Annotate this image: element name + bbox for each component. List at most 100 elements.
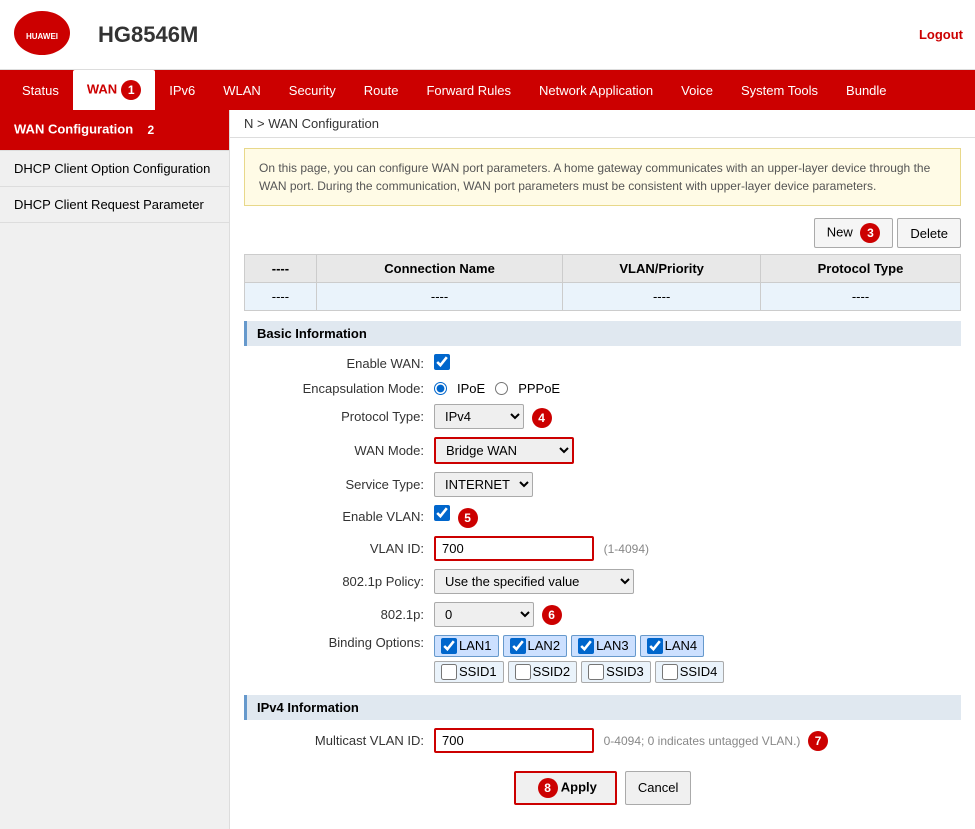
binding-lan4[interactable]: LAN4 [640,635,705,657]
col-connection-name: Connection Name [316,255,562,283]
policy-802-1p-select[interactable]: Use the specified value Copy from inner … [434,569,634,594]
info-box: On this page, you can configure WAN port… [244,148,961,206]
binding-options-row: Binding Options: LAN1 LAN2 LAN3 [254,631,961,687]
policy-802-1p-row: 802.1p Policy: Use the specified value C… [254,565,961,598]
vlan-id-hint: (1-4094) [604,542,649,556]
protocol-type-select[interactable]: IPv4 IPv6 IPv4/IPv6 [434,404,524,429]
enable-vlan-badge: 5 [458,508,478,528]
table-row: ---- ---- ---- ---- [245,283,961,311]
policy-802-1p-control: Use the specified value Copy from inner … [434,569,961,594]
enable-vlan-checkbox[interactable] [434,505,450,521]
binding-ssid-row: SSID1 SSID2 SSID3 SSID4 [434,661,961,683]
binding-options-label: Binding Options: [254,635,434,650]
new-button[interactable]: New 3 [814,218,894,248]
encap-ipoe-radio[interactable] [434,382,447,395]
col-protocol-type: Protocol Type [760,255,960,283]
main-nav: Status WAN1 IPv6 WLAN Security Route For… [0,70,975,110]
enable-wan-row: Enable WAN: [254,350,961,377]
binding-lan1[interactable]: LAN1 [434,635,499,657]
apply-badge: 8 [538,778,558,798]
val-802-1p-select[interactable]: 0 1 2 3 4 5 6 7 [434,602,534,627]
policy-802-1p-label: 802.1p Policy: [254,574,434,589]
vlan-id-control: (1-4094) [434,536,961,561]
svg-text:HUAWEI: HUAWEI [26,32,58,41]
vlan-id-row: VLAN ID: (1-4094) [254,532,961,565]
toolbar: New 3 Delete [244,218,961,248]
wan-mode-label: WAN Mode: [254,443,434,458]
encap-mode-row: Encapsulation Mode: IPoE PPPoE [254,377,961,400]
brand-title: HG8546M [98,22,198,48]
protocol-type-badge: 4 [532,408,552,428]
vlan-id-input[interactable] [434,536,594,561]
vlan-id-label: VLAN ID: [254,541,434,556]
apply-button[interactable]: 8 Apply [514,771,617,805]
logout-button[interactable]: Logout [919,27,963,42]
service-type-label: Service Type: [254,477,434,492]
cancel-button[interactable]: Cancel [625,771,691,805]
nav-item-system-tools[interactable]: System Tools [727,73,832,108]
ipv4-info-header: IPv4 Information [244,695,961,720]
nav-item-wlan[interactable]: WLAN [209,73,275,108]
encap-mode-control: IPoE PPPoE [434,381,961,396]
enable-vlan-control: 5 [434,505,961,528]
enable-vlan-label: Enable VLAN: [254,509,434,524]
nav-item-status[interactable]: Status [8,73,73,108]
nav-item-forward-rules[interactable]: Forward Rules [412,73,525,108]
new-badge: 3 [860,223,880,243]
multicast-vlan-row: Multicast VLAN ID: 0-4094; 0 indicates u… [254,724,961,757]
service-type-control: INTERNET TR069 VOIP OTHER [434,472,961,497]
multicast-vlan-input[interactable] [434,728,594,753]
protocol-type-label: Protocol Type: [254,409,434,424]
encap-ipoe-label: IPoE [457,381,485,396]
wan-mode-select[interactable]: Bridge WAN Route WAN [434,437,574,464]
col-empty: ---- [245,255,317,283]
enable-vlan-row: Enable VLAN: 5 [254,501,961,532]
nav-item-route[interactable]: Route [350,73,413,108]
logo: HUAWEI [12,8,82,61]
binding-lan3[interactable]: LAN3 [571,635,636,657]
binding-ssid1[interactable]: SSID1 [434,661,504,683]
wan-mode-row: WAN Mode: Bridge WAN Route WAN [254,433,961,468]
val-802-1p-control: 0 1 2 3 4 5 6 7 6 [434,602,961,627]
binding-ssid4[interactable]: SSID4 [655,661,725,683]
service-type-select[interactable]: INTERNET TR069 VOIP OTHER [434,472,533,497]
action-row: 8 Apply Cancel [244,757,961,819]
binding-lan-row: LAN1 LAN2 LAN3 LAN4 [434,635,961,657]
connection-table: ---- Connection Name VLAN/Priority Proto… [244,254,961,311]
sidebar-item-dhcp-request[interactable]: DHCP Client Request Parameter [0,187,229,223]
nav-item-voice[interactable]: Voice [667,73,727,108]
sidebar-item-wan-config[interactable]: WAN Configuration 2 [0,110,229,151]
multicast-vlan-control: 0-4094; 0 indicates untagged VLAN.) 7 [434,728,961,753]
binding-lan2[interactable]: LAN2 [503,635,568,657]
nav-item-security[interactable]: Security [275,73,350,108]
service-type-row: Service Type: INTERNET TR069 VOIP OTHER [254,468,961,501]
nav-item-network-app[interactable]: Network Application [525,73,667,108]
breadcrumb: N > WAN Configuration [230,110,975,138]
binding-ssid2[interactable]: SSID2 [508,661,578,683]
nav-item-ipv6[interactable]: IPv6 [155,73,209,108]
val-802-1p-row: 802.1p: 0 1 2 3 4 5 6 7 6 [254,598,961,631]
val-802-1p-label: 802.1p: [254,607,434,622]
enable-wan-checkbox[interactable] [434,354,450,370]
binding-options-control: LAN1 LAN2 LAN3 LAN4 [434,635,961,683]
multicast-vlan-badge: 7 [808,731,828,751]
protocol-type-control: IPv4 IPv6 IPv4/IPv6 4 [434,404,961,429]
delete-button[interactable]: Delete [897,218,961,248]
encap-pppoe-label: PPPoE [518,381,560,396]
binding-ssid3[interactable]: SSID3 [581,661,651,683]
col-vlan-priority: VLAN/Priority [563,255,761,283]
basic-info-header: Basic Information [244,321,961,346]
multicast-hint: 0-4094; 0 indicates untagged VLAN.) [604,734,801,748]
enable-wan-label: Enable WAN: [254,356,434,371]
sidebar-badge-2: 2 [141,120,161,140]
protocol-type-row: Protocol Type: IPv4 IPv6 IPv4/IPv6 4 [254,400,961,433]
nav-item-wan[interactable]: WAN1 [73,70,155,110]
multicast-vlan-label: Multicast VLAN ID: [254,733,434,748]
encap-pppoe-radio[interactable] [495,382,508,395]
nav-wan-badge: 1 [121,80,141,100]
val-802-1p-badge: 6 [542,605,562,625]
content-area: On this page, you can configure WAN port… [230,138,975,829]
enable-wan-control [434,354,961,373]
sidebar-item-dhcp-option[interactable]: DHCP Client Option Configuration [0,151,229,187]
nav-item-bundle[interactable]: Bundle [832,73,900,108]
